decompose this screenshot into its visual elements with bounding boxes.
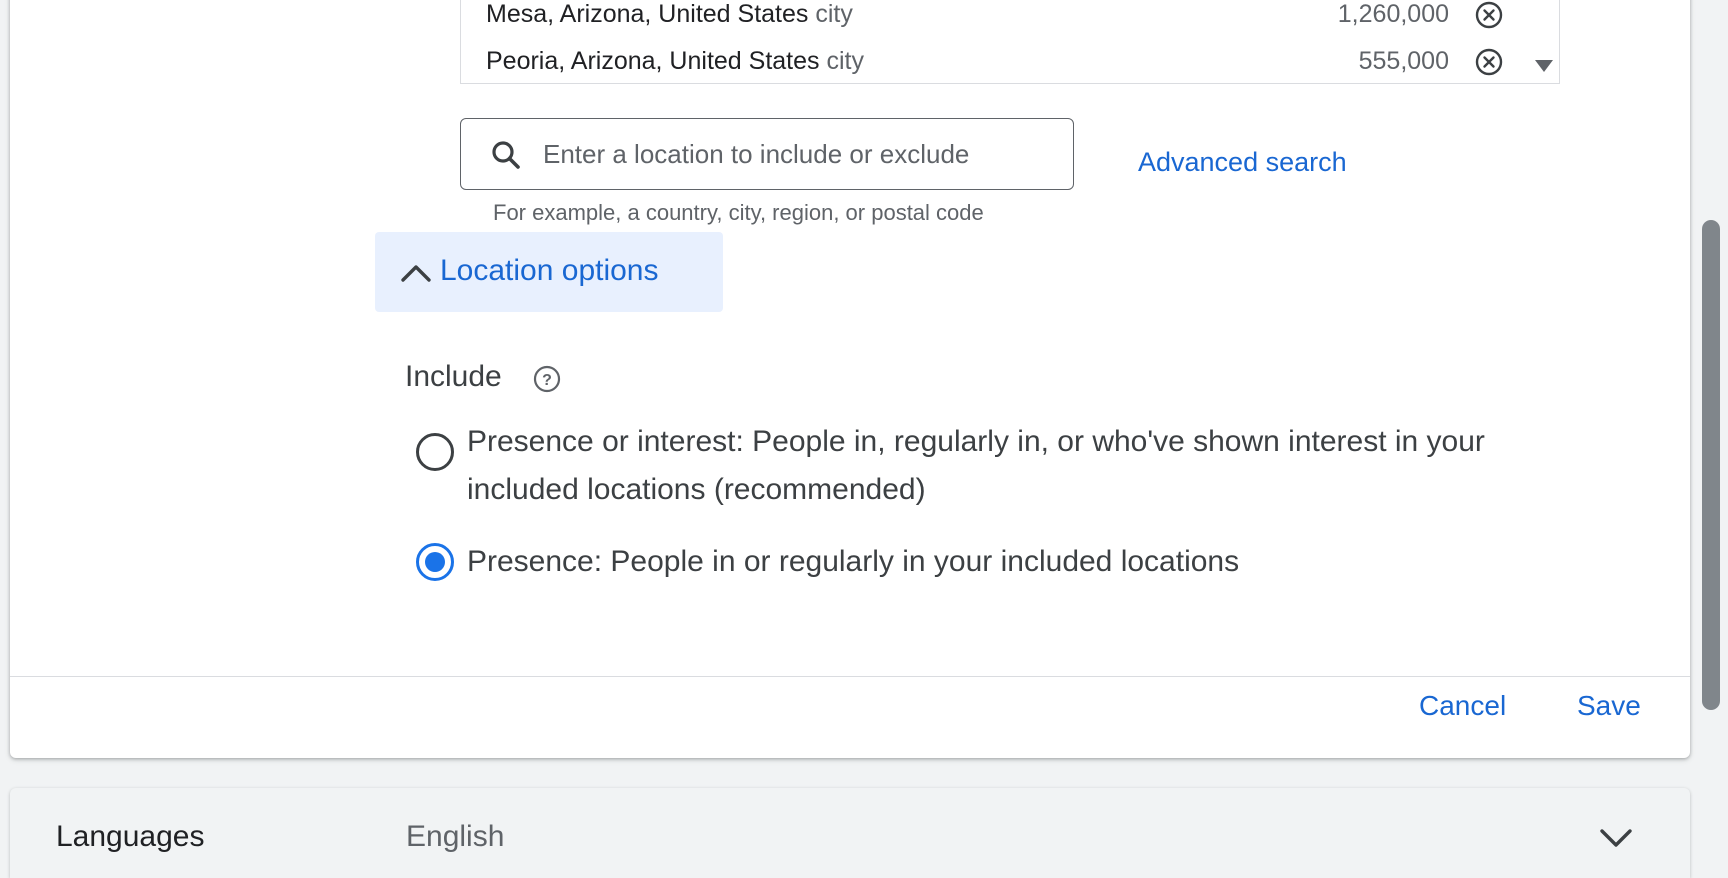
cancel-button[interactable]: Cancel — [1419, 690, 1506, 722]
close-circle-icon — [1475, 1, 1503, 29]
page-scrollbar[interactable] — [1702, 220, 1720, 710]
include-heading: Include — [405, 360, 502, 393]
chevron-up-icon — [401, 265, 431, 282]
advanced-search-link[interactable]: Advanced search — [1138, 147, 1347, 178]
radio-selected-icon[interactable] — [415, 542, 455, 582]
location-options-label: Location options — [440, 254, 659, 287]
selected-locations-list: Mesa, Arizona, United States city 1,260,… — [460, 0, 1560, 84]
location-search-box — [460, 118, 1074, 190]
help-icon[interactable]: ? — [532, 364, 562, 394]
location-settings-card: Mesa, Arizona, United States city 1,260,… — [10, 0, 1690, 758]
radio-unselected-icon[interactable] — [415, 432, 455, 472]
radio-label: Presence: People in or regularly in your… — [467, 545, 1240, 578]
languages-value: English — [406, 820, 505, 853]
location-name: Peoria, Arizona, United States city — [486, 47, 864, 75]
location-name: Mesa, Arizona, United States city — [486, 0, 853, 28]
location-row: Mesa, Arizona, United States city 1,260,… — [461, 0, 1559, 34]
remove-location-button[interactable] — [1474, 47, 1504, 77]
svg-text:?: ? — [542, 372, 552, 389]
location-type: city — [815, 0, 853, 28]
search-helper-text: For example, a country, city, region, or… — [493, 200, 984, 225]
location-reach: 555,000 — [1358, 47, 1449, 75]
radio-label: Presence or interest: People in, regular… — [467, 425, 1485, 506]
close-circle-icon — [1475, 48, 1503, 76]
languages-section[interactable]: Languages English — [10, 788, 1690, 878]
location-search-input[interactable] — [541, 127, 1055, 181]
chevron-down-icon[interactable] — [1598, 826, 1634, 850]
search-icon — [492, 141, 520, 169]
list-scroll-down-arrow-icon[interactable] — [1535, 60, 1553, 72]
footer-divider — [10, 676, 1690, 677]
location-options-toggle[interactable]: Location options — [375, 232, 723, 312]
remove-location-button[interactable] — [1474, 0, 1504, 30]
location-reach: 1,260,000 — [1337, 0, 1449, 28]
languages-title: Languages — [56, 820, 205, 853]
location-type: city — [826, 47, 864, 75]
save-button[interactable]: Save — [1577, 690, 1641, 722]
location-row: Peoria, Arizona, United States city 555,… — [461, 37, 1559, 81]
